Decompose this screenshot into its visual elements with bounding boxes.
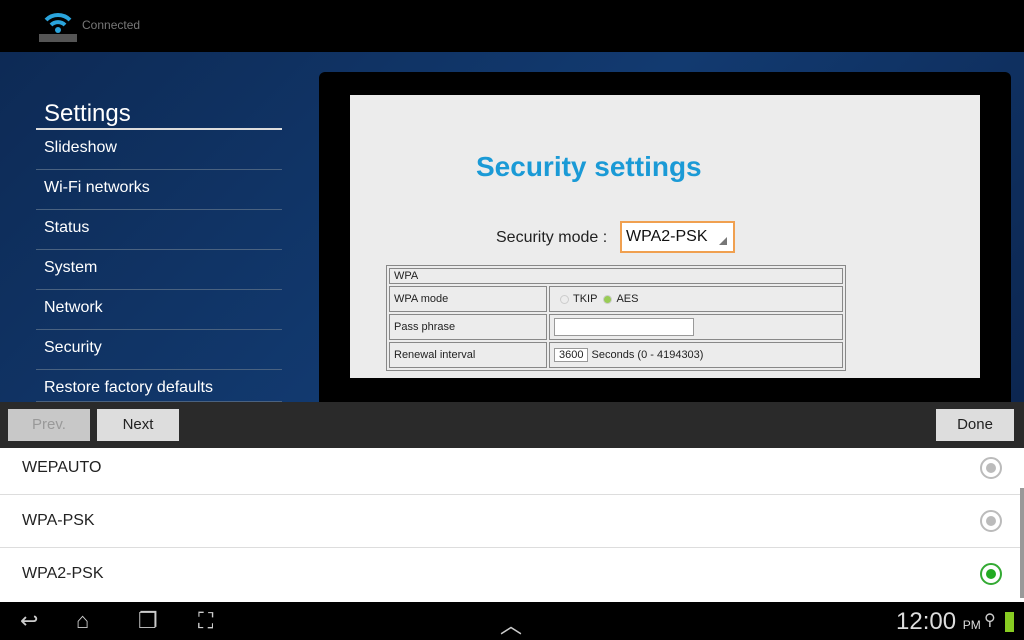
system-navbar: ↩ ⌂ ❐ ⛶ ︿ 12:00 PM ⚲ — [0, 602, 1024, 640]
wpa-table: WPA WPA mode TKIP AES Pass phrase Renewal… — [386, 265, 846, 371]
sidebar-item-system[interactable]: System — [36, 250, 282, 290]
web-page: Security settings Security mode : WPA2-P… — [350, 95, 980, 378]
option-wpa-psk[interactable]: WPA-PSK — [0, 496, 1020, 548]
renewal-interval-input[interactable]: 3600 — [554, 348, 589, 362]
wpa-mode-label: WPA mode — [389, 286, 547, 312]
sidebar-title: Settings — [44, 100, 131, 127]
back-icon[interactable]: ↩ — [20, 608, 38, 634]
battery-icon — [1005, 612, 1014, 632]
security-mode-label: Security mode : — [496, 229, 608, 246]
tkip-radio[interactable] — [560, 294, 569, 304]
wifi-connected-icon — [39, 13, 77, 42]
sidebar-item-status[interactable]: Status — [36, 210, 282, 250]
status-area: Connected — [0, 0, 1024, 52]
security-mode-select[interactable]: WPA2-PSK — [620, 221, 735, 253]
renewal-interval-label: Renewal interval — [389, 342, 547, 368]
option-label: WEPAUTO — [22, 459, 102, 476]
clock: 12:00 PM — [896, 608, 981, 636]
aes-label: AES — [616, 293, 639, 305]
time: 12:00 — [896, 608, 957, 635]
option-label: WPA-PSK — [22, 512, 95, 529]
screenshot-icon[interactable]: ⛶ — [198, 608, 213, 634]
dropdown-arrow-icon — [719, 237, 727, 245]
sidebar-item-security[interactable]: Security — [36, 330, 282, 370]
tkip-label: TKIP — [573, 293, 598, 305]
scrollbar[interactable] — [1020, 488, 1024, 598]
renewal-hint: Seconds (0 - 4194303) — [591, 349, 704, 361]
done-button[interactable]: Done — [936, 409, 1014, 441]
sidebar-item-restore-defaults[interactable]: Restore factory defaults — [36, 370, 282, 402]
connection-status: Connected — [82, 18, 141, 32]
pass-phrase-label: Pass phrase — [389, 314, 547, 340]
aes-radio[interactable] — [603, 294, 613, 304]
sidebar-item-wifi-networks[interactable]: Wi-Fi networks — [36, 170, 282, 210]
next-button[interactable]: Next — [97, 409, 179, 441]
wpa-header: WPA — [389, 268, 843, 284]
wifi-signal-icon: ⚲ — [984, 612, 996, 629]
page-title: Security settings — [476, 151, 702, 182]
option-wepauto[interactable]: WEPAUTO — [0, 443, 1020, 495]
settings-screen: Settings Slideshow Wi-Fi networks Status… — [0, 52, 1024, 412]
chevron-up-icon[interactable]: ︿ — [500, 608, 522, 640]
recent-apps-icon[interactable]: ❐ — [138, 608, 158, 634]
option-wpa2-psk[interactable]: WPA2-PSK — [0, 549, 1020, 601]
pass-phrase-input[interactable] — [554, 318, 694, 336]
home-icon[interactable]: ⌂ — [76, 608, 89, 634]
prev-button[interactable]: Prev. — [8, 409, 90, 441]
radio-icon[interactable] — [980, 457, 1002, 479]
security-mode-options: WEPAUTO WPA-PSK WPA2-PSK — [0, 448, 1024, 602]
security-mode-value: WPA2-PSK — [626, 228, 708, 245]
picker-toolbar: Prev. Next Done — [0, 402, 1024, 448]
radio-icon[interactable] — [980, 510, 1002, 532]
ampm: PM — [962, 618, 981, 632]
sidebar-item-network[interactable]: Network — [36, 290, 282, 330]
sidebar-item-slideshow[interactable]: Slideshow — [36, 130, 282, 170]
option-label: WPA2-PSK — [22, 565, 104, 582]
radio-selected-icon[interactable] — [980, 563, 1002, 585]
